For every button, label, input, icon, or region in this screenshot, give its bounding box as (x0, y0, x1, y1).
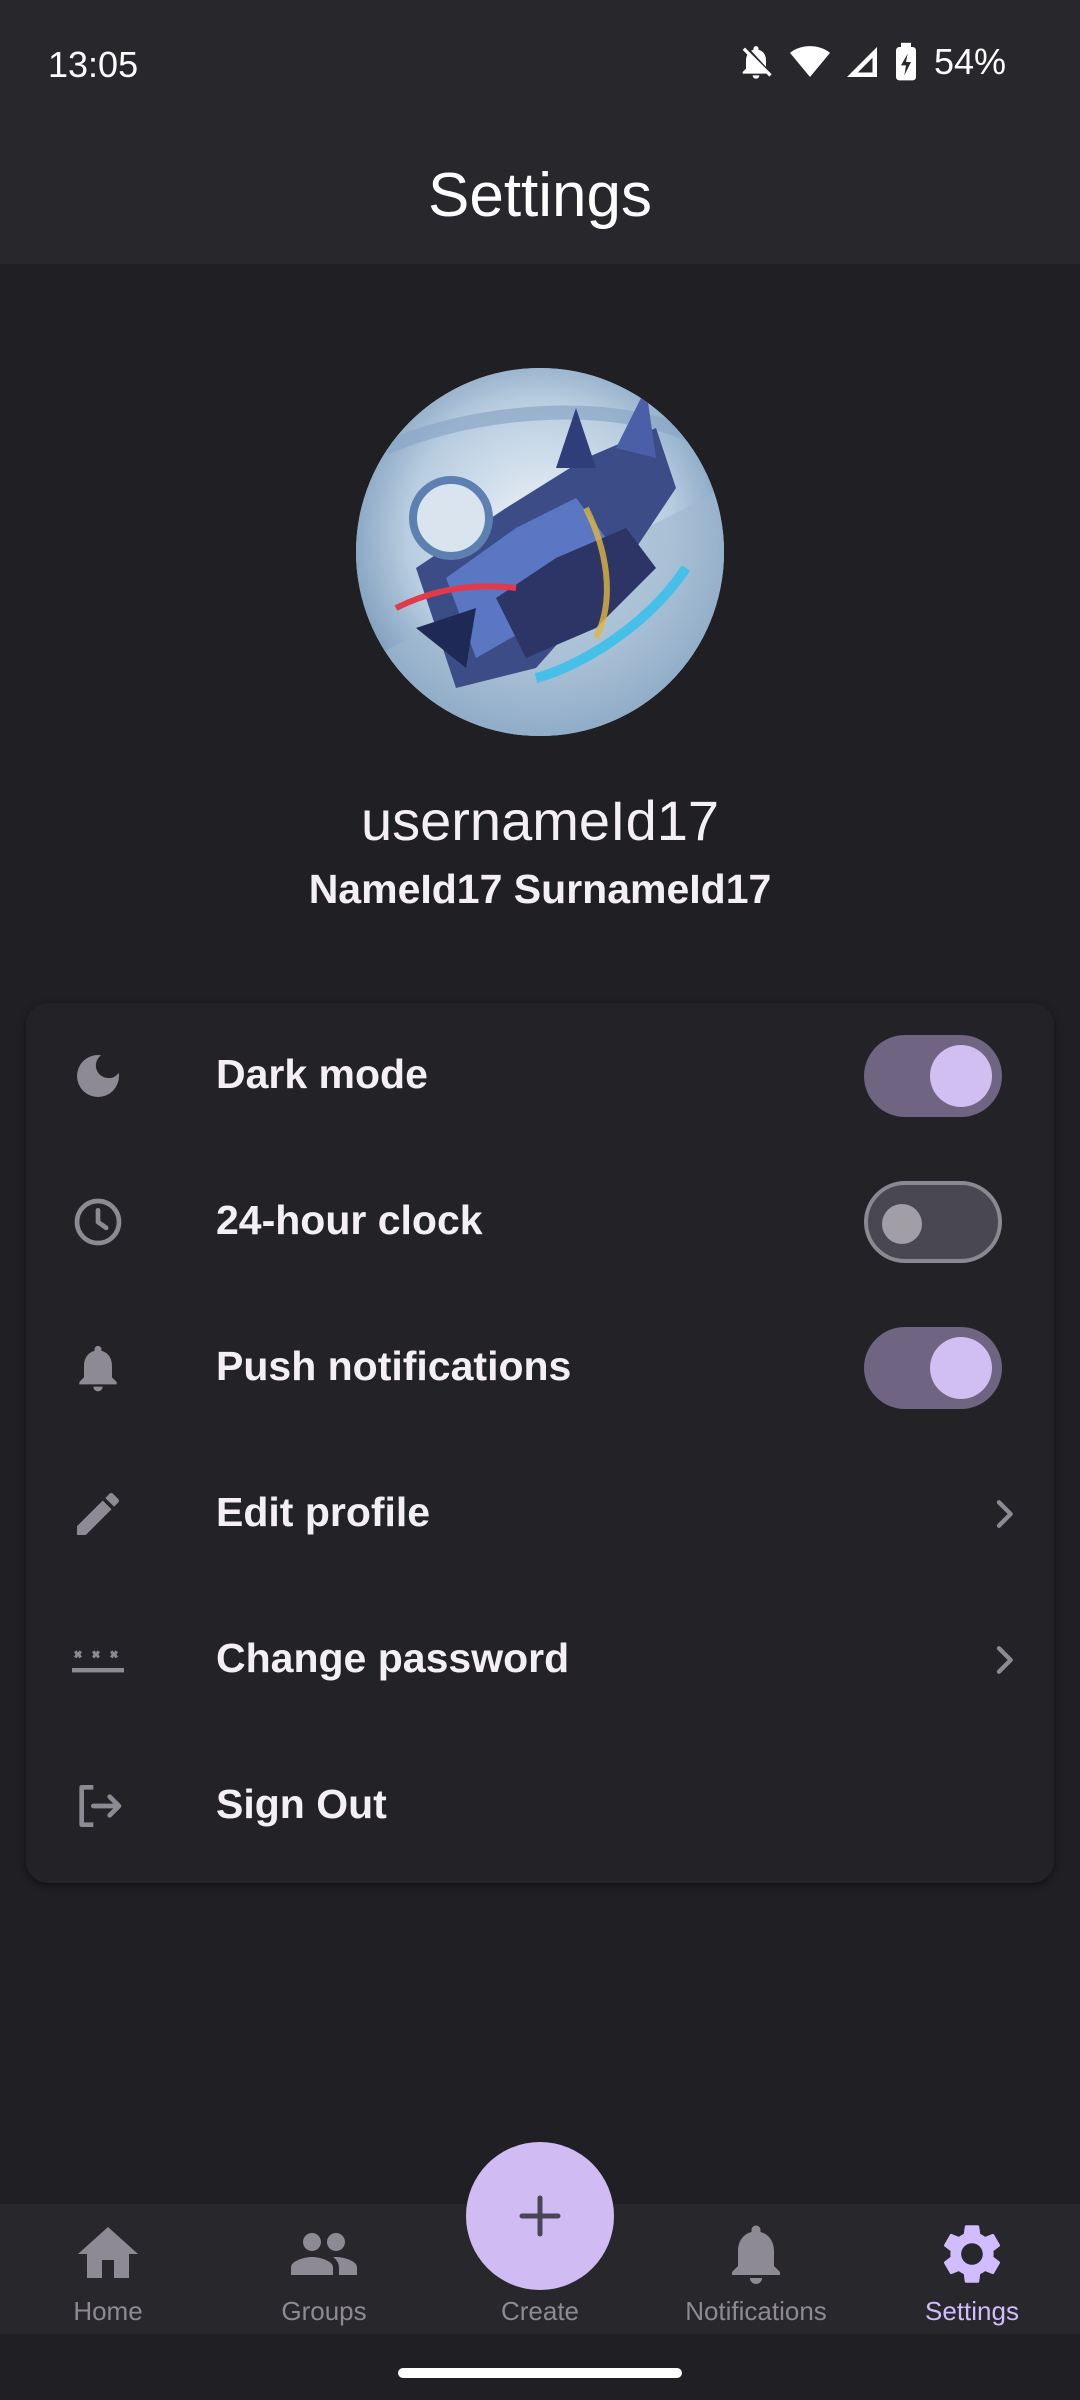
settings-card: Dark mode 24-hour clock Push notificatio… (26, 1003, 1054, 1883)
profile-full-name: NameId17 SurnameId17 (308, 866, 772, 912)
system-navigation-bar (0, 2334, 1080, 2400)
nav-item-settings[interactable]: Settings (864, 2204, 1080, 2334)
chevron-right-icon (996, 1500, 1013, 1528)
home-icon (78, 2227, 138, 2278)
app-bar: Settings (0, 130, 1080, 264)
bell-icon (79, 1345, 117, 1392)
moon-icon (77, 1055, 119, 1097)
plus-icon (519, 2195, 561, 2237)
nav-label: Groups (281, 2296, 367, 2326)
status-time: 13:05 (48, 44, 139, 85)
pencil-icon (77, 1492, 120, 1535)
nav-label: Create (500, 2296, 580, 2326)
page-title: Settings (427, 161, 653, 230)
nav-item-groups[interactable]: Groups (216, 2204, 432, 2334)
settings-row-sign-out[interactable]: Sign Out (26, 1733, 1054, 1879)
24-hour-clock-toggle[interactable] (864, 1181, 1002, 1263)
settings-row-edit-profile[interactable]: Edit profile (26, 1441, 1054, 1587)
battery-percent: 54% (933, 41, 1006, 82)
settings-row-label: 24-hour clock (216, 1197, 483, 1243)
settings-row-label: Edit profile (216, 1489, 431, 1535)
nav-item-home[interactable]: Home (0, 2204, 216, 2334)
settings-row-label: Sign Out (216, 1781, 387, 1827)
toggle-knob (882, 1204, 922, 1244)
toggle-knob (930, 1045, 992, 1107)
settings-row-label: Dark mode (216, 1051, 428, 1097)
push-notifications-toggle[interactable] (864, 1327, 1002, 1409)
nav-label: Home (73, 2296, 143, 2326)
nav-item-notifications[interactable]: Notifications (648, 2204, 864, 2334)
groups-icon (291, 2233, 357, 2275)
settings-row-dark-mode[interactable]: Dark mode (26, 1003, 1054, 1149)
gear-icon (943, 2225, 1001, 2283)
bell-icon (732, 2225, 780, 2284)
status-icons: 54% (736, 40, 1006, 84)
settings-row-label: Push notifications (216, 1343, 572, 1389)
settings-row-change-password[interactable]: Change password (26, 1587, 1054, 1733)
chevron-right-icon (996, 1646, 1013, 1674)
notifications-off-icon (742, 46, 772, 79)
wifi-icon (789, 46, 830, 77)
avatar-image (356, 368, 724, 736)
status-bar: 13:05 54% (0, 0, 1080, 130)
nav-label: Settings (925, 2296, 1019, 2326)
create-button[interactable] (466, 2142, 614, 2290)
battery-charging-icon (895, 42, 916, 81)
settings-row-push-notifications[interactable]: Push notifications (26, 1295, 1054, 1441)
settings-row-label: Change password (216, 1635, 570, 1681)
password-icon (72, 1650, 124, 1673)
toggle-knob (930, 1337, 992, 1399)
avatar[interactable] (356, 368, 724, 736)
nav-label: Notifications (685, 2296, 827, 2326)
dark-mode-toggle[interactable] (864, 1035, 1002, 1117)
profile-username: usernameId17 (360, 789, 719, 852)
clock-icon (74, 1198, 122, 1246)
cell-signal-icon (846, 47, 877, 77)
home-indicator[interactable] (398, 2368, 682, 2378)
logout-icon (79, 1785, 122, 1827)
settings-row-24-hour-clock[interactable]: 24-hour clock (26, 1149, 1054, 1295)
